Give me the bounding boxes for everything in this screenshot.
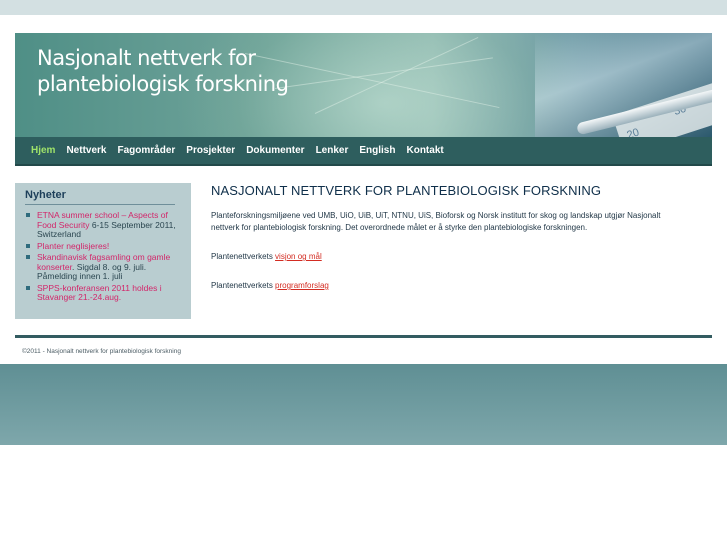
news-heading-rule — [25, 204, 175, 205]
vision-paragraph: Plantenettverkets visjon og mål — [211, 251, 322, 263]
news-item: Planter neglisjeres! — [25, 241, 183, 252]
page-title: NASJONALT NETTVERK FOR PLANTEBIOLOGISK F… — [211, 183, 602, 198]
news-item: SPPS-konferansen 2011 holdes i Stavanger… — [25, 283, 183, 303]
site-title: Nasjonalt nettverk for plantebiologisk f… — [37, 45, 289, 97]
nav-item-lenker[interactable]: Lenker — [316, 145, 349, 156]
news-link[interactable]: SPPS-konferansen 2011 holdes i Stavanger… — [37, 283, 162, 303]
main-nav: Hjem Nettverk Fagområder Prosjekter Doku… — [15, 137, 712, 166]
program-prefix: Plantenettverkets — [211, 281, 276, 290]
page: 20 30 40 Nasjonalt nettverk for plantebi… — [0, 15, 727, 364]
program-link[interactable]: programforslag — [275, 281, 329, 290]
news-item: Skandinavisk fagsamling om gamle konsert… — [25, 252, 183, 282]
news-list: ETNA summer school – Aspects of Food Sec… — [25, 210, 183, 305]
bullet-icon — [26, 243, 30, 248]
main-content: NASJONALT NETTVERK FOR PLANTEBIOLOGISK F… — [211, 183, 711, 290]
news-heading: Nyheter — [25, 189, 66, 201]
nav-item-fagomrader[interactable]: Fagområder — [117, 145, 175, 156]
program-paragraph: Plantenettverkets programforslag — [211, 280, 329, 292]
bullet-icon — [26, 213, 30, 217]
nav-item-prosjekter[interactable]: Prosjekter — [186, 145, 235, 156]
bullet-icon — [26, 255, 30, 259]
bottom-band — [0, 364, 727, 445]
nav-item-hjem[interactable]: Hjem — [31, 145, 55, 156]
intro-paragraph: Planteforskningsmiljøene ved UMB, UiO, U… — [211, 211, 661, 232]
news-link[interactable]: Planter neglisjeres! — [37, 241, 109, 251]
news-sidebar: Nyheter ETNA summer school – Aspects of … — [15, 183, 191, 319]
footer-divider — [15, 335, 712, 338]
news-item: ETNA summer school – Aspects of Food Sec… — [25, 210, 183, 240]
nav-item-english[interactable]: English — [359, 145, 395, 156]
site-title-line1: Nasjonalt nettverk for — [37, 46, 256, 70]
nav-item-nettverk[interactable]: Nettverk — [66, 145, 106, 156]
ruler-number: 20 — [625, 126, 641, 137]
vision-prefix: Plantenettverkets — [211, 252, 276, 261]
footer-copyright: ©2011 - Nasjonalt nettverk for plantebio… — [22, 348, 181, 355]
bullet-icon — [26, 285, 30, 290]
top-bar — [0, 0, 727, 15]
nav-item-kontakt[interactable]: Kontakt — [406, 145, 443, 156]
header-banner: 20 30 40 Nasjonalt nettverk for plantebi… — [15, 33, 712, 137]
site-title-line2: plantebiologisk forskning — [37, 72, 289, 96]
nav-item-dokumenter[interactable]: Dokumenter — [246, 145, 304, 156]
vision-link[interactable]: visjon og mål — [275, 252, 322, 261]
